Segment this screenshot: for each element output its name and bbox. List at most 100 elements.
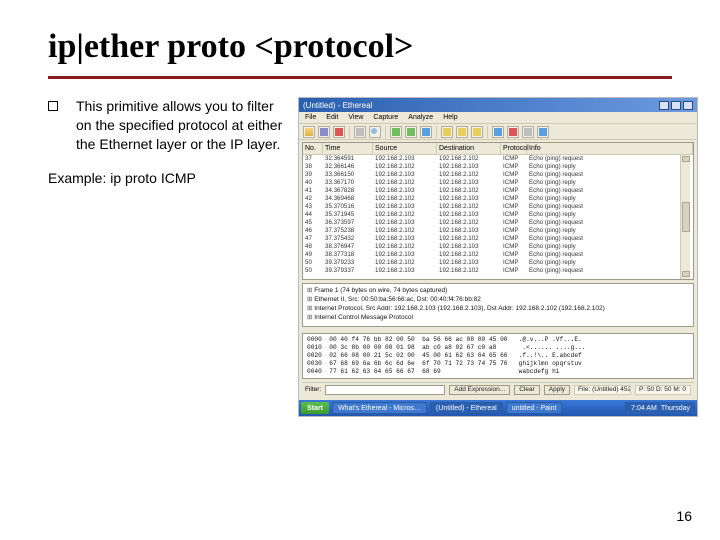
menu-help[interactable]: Help [443,114,457,121]
table-row[interactable]: 4938.377318192.168.2.103192.168.2.102ICM… [303,251,693,259]
table-row[interactable]: 5039.379233192.168.2.102192.168.2.103ICM… [303,259,693,267]
table-row[interactable]: 4234.369468192.168.2.102192.168.2.103ICM… [303,195,693,203]
cell-proto: ICMP [501,259,527,267]
apply-button[interactable]: Apply [544,385,570,395]
table-row[interactable]: 4435.371945192.168.2.102192.168.2.103ICM… [303,211,693,219]
cell-src: 192.168.2.103 [373,251,437,259]
table-row[interactable]: 4737.375432192.168.2.103192.168.2.102ICM… [303,235,693,243]
open-icon[interactable] [303,126,315,138]
cell-proto: ICMP [501,219,527,227]
tree-ethernet[interactable]: Ethernet II, Src: 00:50:ba:56:66:ac, Dst… [307,295,689,304]
next-icon[interactable] [405,126,417,138]
bullet-row: This primitive allows you to filter on t… [48,97,286,154]
cell-src: 192.168.2.103 [373,219,437,227]
start-button[interactable]: Start [301,402,329,414]
toolbar-separator [385,126,386,138]
example-code: ip proto ICMP [110,170,196,186]
col-destination[interactable]: Destination [437,143,501,154]
menu-file[interactable]: File [305,114,316,121]
table-row[interactable]: 3832.366146192.168.2.102192.168.2.103ICM… [303,163,693,171]
jump-icon[interactable] [420,126,432,138]
save-icon[interactable] [318,126,330,138]
tree-frame[interactable]: Frame 1 (74 bytes on wire, 74 bytes capt… [307,286,689,295]
filter-input[interactable] [325,385,445,395]
title-wrap: ip|ether proto <protocol> [0,0,720,70]
clear-button[interactable]: Clear [514,385,540,395]
cell-info: Echo (ping) request [527,251,693,259]
cell-info: Echo (ping) request [527,171,693,179]
prefs-icon[interactable] [522,126,534,138]
packet-bytes-pane[interactable]: 0000 00 40 f4 76 bb 82 00 50 ba 56 66 ac… [302,333,694,379]
table-row[interactable]: 5039.379337192.168.2.103192.168.2.102ICM… [303,267,693,275]
cell-dst: 192.168.2.102 [437,235,501,243]
col-source[interactable]: Source [373,143,437,154]
splitter[interactable] [302,327,694,330]
col-protocol[interactable]: Protocol [501,143,527,154]
tree-icmp[interactable]: Internet Control Message Protocol [307,313,689,322]
cell-no: 43 [303,203,323,211]
menu-edit[interactable]: Edit [326,114,338,121]
table-row[interactable]: 4033.367170192.168.2.102192.168.2.103ICM… [303,179,693,187]
col-info[interactable]: Info [527,143,693,154]
menu-capture[interactable]: Capture [373,114,398,121]
cell-time: 39.379337 [323,267,373,275]
cell-proto: ICMP [501,227,527,235]
capture-options-icon[interactable] [492,126,504,138]
scroll-down-button[interactable] [682,271,690,277]
add-expression-button[interactable]: Add Expression... [449,385,510,395]
close-file-icon[interactable] [333,126,345,138]
print-icon[interactable] [354,126,366,138]
status-counts: P: 50 D: 50 M: 0 [635,385,691,395]
zoom-fit-icon[interactable] [471,126,483,138]
table-row[interactable]: 4134.367828192.168.2.103192.168.2.102ICM… [303,187,693,195]
table-row[interactable]: 4335.370516192.168.2.103192.168.2.102ICM… [303,203,693,211]
toolbar-separator [436,126,437,138]
cell-proto: ICMP [501,163,527,171]
maximize-button[interactable] [671,101,681,110]
cell-dst: 192.168.2.102 [437,171,501,179]
cell-dst: 192.168.2.103 [437,259,501,267]
help-icon[interactable] [537,126,549,138]
cell-info: Echo (ping) reply [527,259,693,267]
cell-dst: 192.168.2.103 [437,211,501,219]
taskbar-item[interactable]: untitled - Paint [506,402,563,414]
table-row[interactable]: 3933.366150192.168.2.103192.168.2.102ICM… [303,171,693,179]
packet-details-pane[interactable]: Frame 1 (74 bytes on wire, 74 bytes capt… [302,283,694,327]
cell-no: 37 [303,155,323,163]
system-tray[interactable]: 7:04 AM Thursday [625,402,695,414]
window-titlebar[interactable]: (Untitled) - Ethereal [299,98,697,112]
zoom-out-icon[interactable] [456,126,468,138]
vertical-scrollbar[interactable] [680,155,690,279]
scroll-thumb[interactable] [682,202,690,232]
cell-src: 192.168.2.102 [373,211,437,219]
cell-no: 44 [303,211,323,219]
cell-info: Echo (ping) request [527,203,693,211]
cell-dst: 192.168.2.102 [437,155,501,163]
col-no[interactable]: No. [303,143,323,154]
table-row[interactable]: 4536.373597192.168.2.103192.168.2.102ICM… [303,219,693,227]
table-row[interactable]: 4838.376947192.168.2.102192.168.2.103ICM… [303,243,693,251]
packet-list-pane[interactable]: No. Time Source Destination Protocol Inf… [302,142,694,280]
bullet-square-icon [48,101,58,111]
cell-info: Echo (ping) request [527,187,693,195]
cell-dst: 192.168.2.102 [437,203,501,211]
scroll-up-button[interactable] [682,156,690,162]
zoom-in-icon[interactable] [441,126,453,138]
taskbar-item[interactable]: (Untitled) - Ethereal [430,402,503,414]
menu-analyze[interactable]: Analyze [408,114,433,121]
packet-list-header: No. Time Source Destination Protocol Inf… [303,143,693,155]
prev-icon[interactable] [390,126,402,138]
find-icon[interactable] [369,126,381,138]
menu-view[interactable]: View [348,114,363,121]
cell-no: 49 [303,251,323,259]
table-row[interactable]: 4637.375238192.168.2.102192.168.2.103ICM… [303,227,693,235]
bullet-text: This primitive allows you to filter on t… [76,97,286,154]
tree-ip[interactable]: Internet Protocol, Src Addr: 192.168.2.1… [307,304,689,313]
taskbar-item[interactable]: What's Ethereal - Micros… [332,402,427,414]
table-row[interactable]: 3732.364591192.168.2.103192.168.2.102ICM… [303,155,693,163]
cell-proto: ICMP [501,195,527,203]
col-time[interactable]: Time [323,143,373,154]
minimize-button[interactable] [659,101,669,110]
close-button[interactable] [683,101,693,110]
color-rules-icon[interactable] [507,126,519,138]
